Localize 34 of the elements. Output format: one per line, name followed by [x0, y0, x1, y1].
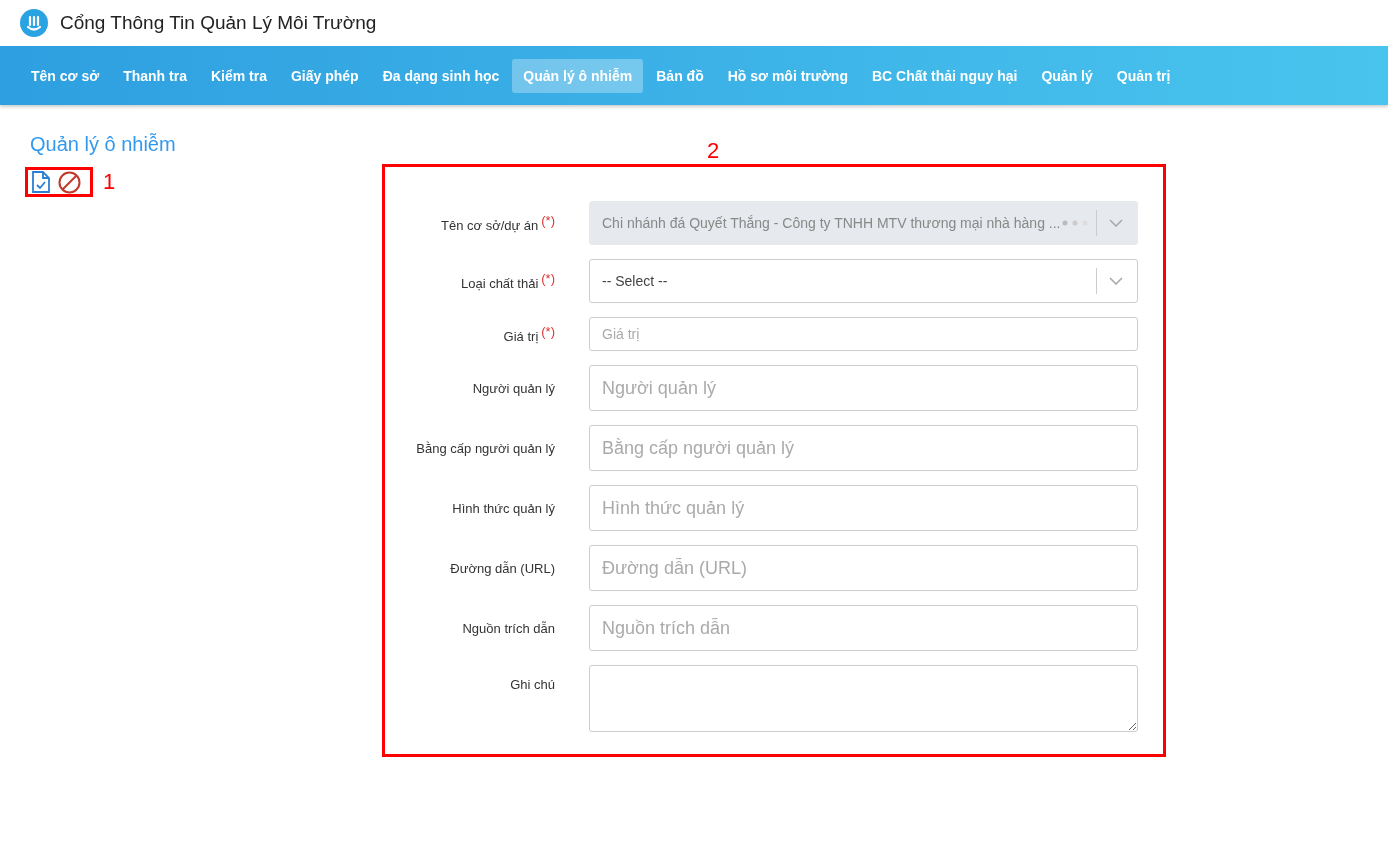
nav-tab[interactable]: Hồ sơ môi trường — [716, 58, 859, 93]
nav-tab[interactable]: Kiểm tra — [199, 58, 278, 93]
nav-tab[interactable]: Quản lý — [1030, 58, 1104, 93]
nav-tab[interactable]: Quản trị — [1105, 58, 1182, 93]
input-field[interactable]: Hình thức quản lý — [589, 485, 1138, 531]
nav-tab[interactable]: Thanh tra — [112, 58, 198, 93]
annotation-number: 2 — [707, 138, 720, 164]
input-field[interactable]: Người quản lý — [589, 365, 1138, 411]
save-document-icon[interactable] — [32, 171, 50, 193]
annotation-number: 1 — [103, 169, 116, 195]
nav-tab[interactable]: Đa dạng sinh học — [371, 58, 511, 93]
nav-tab[interactable]: Giấy phép — [279, 58, 370, 93]
dropdown[interactable]: -- Select -- — [589, 259, 1138, 303]
notes-field[interactable] — [589, 665, 1138, 732]
nav-tab[interactable]: BC Chất thải nguy hại — [860, 58, 1029, 93]
field-label: Nguồn trích dẫn — [462, 620, 555, 636]
logo-icon — [20, 9, 48, 37]
field-label: Bằng cấp người quản lý — [416, 440, 555, 456]
field-label: Ghi chú — [510, 676, 555, 692]
input-field[interactable]: Bằng cấp người quản lý — [589, 425, 1138, 471]
nav-tab[interactable]: Tên cơ sở — [20, 58, 111, 93]
field-label: Người quản lý — [472, 380, 555, 396]
input-field[interactable]: Giá trị — [589, 317, 1138, 351]
cancel-icon[interactable] — [58, 170, 81, 194]
field-label: Đường dẫn (URL) — [450, 560, 555, 576]
input-field[interactable]: Đường dẫn (URL) — [589, 545, 1138, 591]
app-title: Cổng Thông Tin Quản Lý Môi Trường — [60, 12, 377, 34]
input-field[interactable]: Nguồn trích dẫn — [589, 605, 1138, 651]
field-label: Hình thức quản lý — [452, 500, 555, 516]
nav-tab[interactable]: Quản lý ô nhiễm — [512, 58, 644, 93]
chevron-down-icon — [1109, 219, 1123, 227]
chevron-down-icon — [1109, 277, 1123, 285]
nav-tab[interactable]: Bản đồ — [645, 58, 715, 93]
page-title: Quản lý ô nhiễm — [30, 133, 177, 157]
